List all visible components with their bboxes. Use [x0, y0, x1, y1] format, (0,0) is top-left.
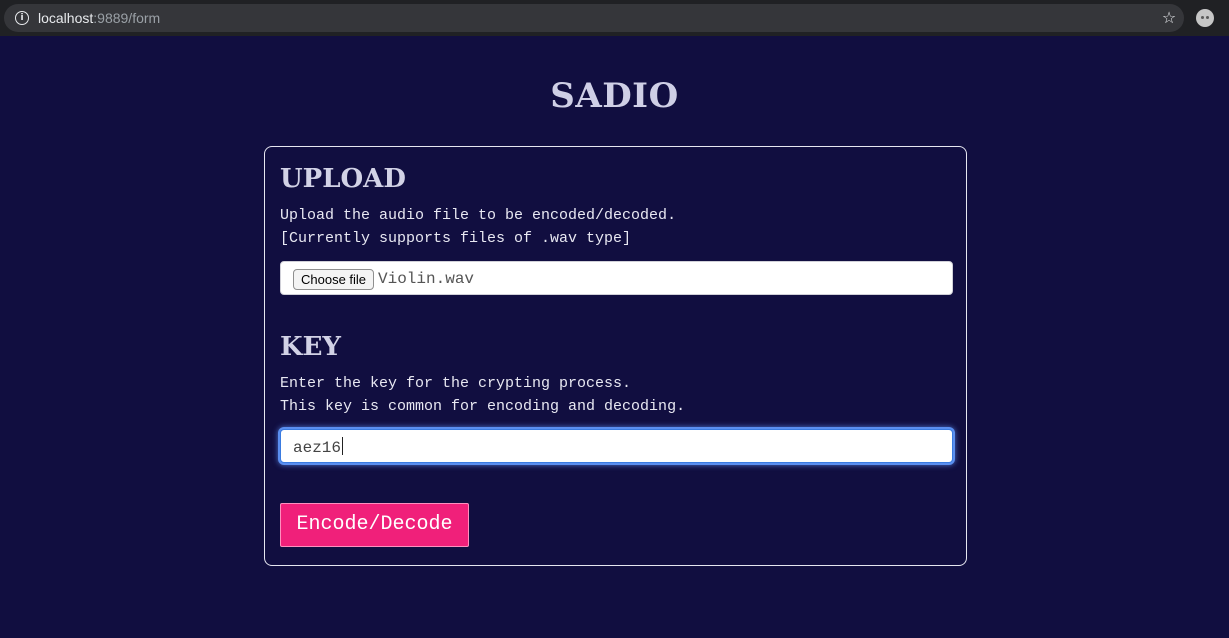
selected-file-name: Violin.wav — [378, 270, 475, 288]
bookmark-star-icon[interactable]: ☆ — [1160, 9, 1178, 27]
browser-toolbar: i localhost:9889/form ☆ — [0, 0, 1229, 36]
key-input-value: aez16 — [293, 437, 344, 458]
key-description-line2: This key is common for encoding and deco… — [280, 398, 686, 415]
key-heading: KEY — [280, 332, 341, 362]
upload-form: UPLOAD Upload the audio file to be encod… — [264, 146, 967, 566]
key-input[interactable]: aez16 — [280, 429, 953, 463]
upload-description-line1: Upload the audio file to be encoded/deco… — [280, 207, 677, 224]
file-input[interactable]: Choose file Violin.wav — [280, 261, 953, 295]
address-bar[interactable]: i localhost:9889/form ☆ — [4, 4, 1184, 32]
upload-heading: UPLOAD — [280, 164, 406, 194]
extension-icon[interactable] — [1196, 9, 1214, 27]
key-value-text: aez16 — [293, 439, 342, 457]
page-title: SADIO — [550, 76, 679, 116]
url-host: localhost — [38, 10, 94, 26]
url-text[interactable]: localhost:9889/form — [38, 10, 160, 26]
text-caret — [342, 437, 344, 455]
key-description-line1: Enter the key for the crypting process. — [280, 375, 632, 392]
info-icon[interactable]: i — [15, 11, 29, 25]
choose-file-button[interactable]: Choose file — [293, 269, 375, 290]
upload-description-line2: [Currently supports files of .wav type] — [280, 230, 632, 247]
encode-decode-button[interactable]: Encode/Decode — [280, 503, 469, 547]
url-path: :9889/form — [93, 10, 161, 26]
